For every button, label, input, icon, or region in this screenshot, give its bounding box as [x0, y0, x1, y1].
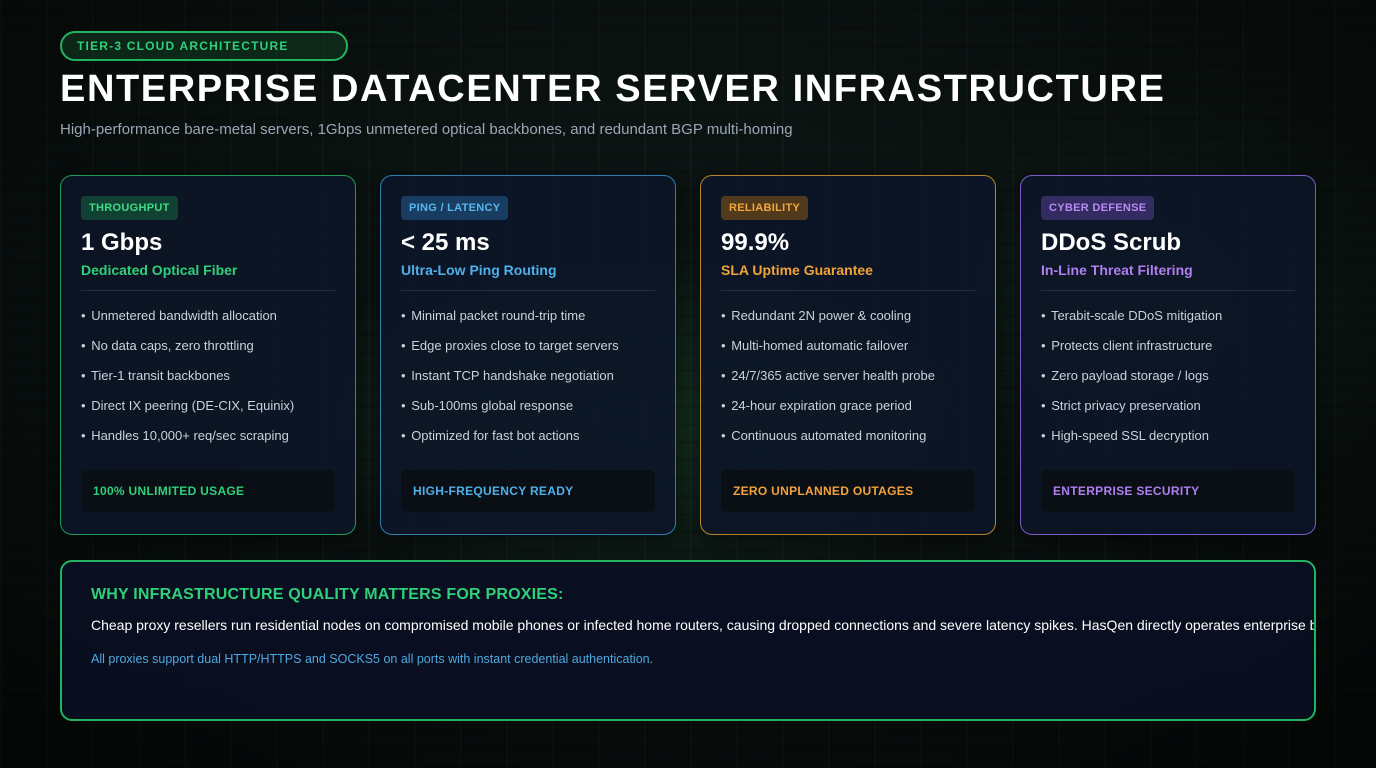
feature-item: • Protects client infrastructure [1041, 338, 1213, 353]
card-metric-value: < 25 ms [401, 229, 490, 256]
card-category-badge: PING / LATENCY [401, 196, 509, 220]
feature-item: • Minimal packet round-trip time [401, 308, 586, 323]
card-footer-banner: ZERO UNPLANNED OUTAGES [721, 470, 975, 512]
card-metric-value: 1 Gbps [81, 229, 163, 256]
feature-item: • Continuous automated monitoring [721, 428, 927, 443]
card-metric-subtitle: SLA Uptime Guarantee [721, 262, 873, 278]
card-footer-banner: 100% UNLIMITED USAGE [81, 470, 335, 512]
card-category-badge: RELIABILITY [721, 196, 809, 220]
page-subtitle: High-performance bare-metal servers, 1Gb… [60, 121, 793, 138]
feature-item: • No data caps, zero throttling [81, 338, 254, 353]
feature-item: • Zero payload storage / logs [1041, 368, 1209, 383]
card-divider [721, 290, 975, 291]
card-metric-value: 99.9% [721, 229, 790, 256]
feature-item: • Strict privacy preservation [1041, 398, 1201, 413]
why-quality-panel: WHY INFRASTRUCTURE QUALITY MATTERS FOR P… [60, 560, 1316, 721]
card-metric-value: DDoS Scrub [1041, 229, 1182, 256]
feature-item: • 24/7/365 active server health probe [721, 368, 935, 383]
feature-item: • Optimized for fast bot actions [401, 428, 580, 443]
cyber-defense-card: CYBER DEFENSE DDoS Scrub In-Line Threat … [1020, 175, 1316, 535]
feature-item: • High-speed SSL decryption [1041, 428, 1209, 443]
feature-item: • Direct IX peering (DE-CIX, Equinix) [81, 398, 295, 413]
page-title: ENTERPRISE DATACENTER SERVER INFRASTRUCT… [60, 68, 1166, 110]
card-metric-subtitle: Ultra-Low Ping Routing [401, 262, 557, 278]
latency-card: PING / LATENCY < 25 ms Ultra-Low Ping Ro… [380, 175, 676, 535]
architecture-tag-label: TIER-3 CLOUD ARCHITECTURE [77, 39, 289, 53]
feature-item: • Edge proxies close to target servers [401, 338, 619, 353]
card-category-badge: CYBER DEFENSE [1041, 196, 1155, 220]
feature-item: • 24-hour expiration grace period [721, 398, 912, 413]
card-category-badge: THROUGHPUT [81, 196, 178, 220]
card-footer-banner: HIGH-FREQUENCY READY [401, 470, 655, 512]
feature-item: • Multi-homed automatic failover [721, 338, 909, 353]
feature-item: • Redundant 2N power & cooling [721, 308, 912, 323]
card-feature-list: • Unmetered bandwidth allocation • No da… [81, 307, 294, 457]
feature-item: • Handles 10,000+ req/sec scraping [81, 428, 289, 443]
protocol-support-note: All proxies support dual HTTP/HTTPS and … [91, 652, 654, 666]
feature-item: • Tier-1 transit backbones [81, 368, 230, 383]
feature-item: • Terabit-scale DDoS mitigation [1041, 308, 1223, 323]
architecture-tag-pill: TIER-3 CLOUD ARCHITECTURE [60, 31, 348, 61]
why-panel-title: WHY INFRASTRUCTURE QUALITY MATTERS FOR P… [91, 586, 564, 603]
feature-item: • Instant TCP handshake negotiation [401, 368, 614, 383]
card-feature-list: • Redundant 2N power & cooling • Multi-h… [721, 307, 935, 457]
card-divider [401, 290, 655, 291]
feature-item: • Unmetered bandwidth allocation [81, 308, 277, 323]
card-divider [1041, 290, 1295, 291]
card-footer-banner: ENTERPRISE SECURITY [1041, 470, 1295, 512]
card-feature-list: • Terabit-scale DDoS mitigation • Protec… [1041, 307, 1222, 457]
card-feature-list: • Minimal packet round-trip time • Edge … [401, 307, 619, 457]
card-divider [81, 290, 335, 291]
throughput-card: THROUGHPUT 1 Gbps Dedicated Optical Fibe… [60, 175, 356, 535]
card-metric-subtitle: In-Line Threat Filtering [1041, 262, 1193, 278]
feature-item: • Sub-100ms global response [401, 398, 574, 413]
card-metric-subtitle: Dedicated Optical Fiber [81, 262, 238, 278]
reliability-card: RELIABILITY 99.9% SLA Uptime Guarantee •… [700, 175, 996, 535]
why-panel-body: Cheap proxy resellers run residential no… [91, 617, 1316, 633]
